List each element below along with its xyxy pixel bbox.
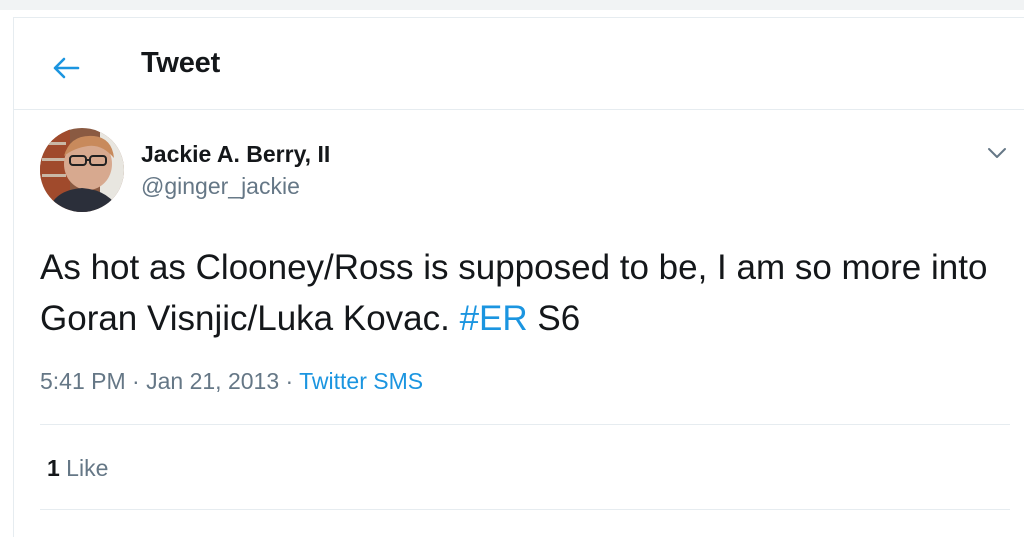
back-button[interactable]	[44, 46, 88, 90]
meta-separator: ·	[125, 368, 147, 394]
tweet-meta: 5:41 PM · Jan 21, 2013 · Twitter SMS	[40, 368, 423, 395]
chevron-down-icon	[988, 148, 1006, 158]
author-handle[interactable]: @ginger_jackie	[141, 173, 300, 200]
tweet-text-tail: S6	[527, 299, 581, 338]
divider	[40, 424, 1010, 425]
meta-separator: ·	[279, 368, 300, 394]
page-header: Tweet	[14, 18, 1024, 110]
arrow-left-icon	[53, 57, 80, 79]
hashtag-link[interactable]: #ER	[460, 299, 528, 338]
more-options-button[interactable]	[980, 136, 1014, 170]
avatar[interactable]	[40, 128, 124, 212]
likes-label: Like	[59, 455, 109, 481]
tweet-text: As hot as Clooney/Ross is supposed to be…	[40, 242, 1000, 344]
tweet-date[interactable]: Jan 21, 2013	[146, 368, 279, 394]
tweet-source-link[interactable]: Twitter SMS	[299, 368, 423, 394]
author-name[interactable]: Jackie A. Berry, II	[141, 141, 330, 168]
divider	[40, 509, 1010, 510]
avatar-photo	[40, 128, 124, 212]
browser-top-strip	[0, 0, 1024, 10]
likes-count: 1	[47, 455, 60, 481]
tweet-detail-column: Tweet Jackie A. Berry, II @ginger_jackie…	[13, 17, 1024, 537]
likes-link[interactable]: 1 Like	[47, 455, 108, 482]
tweet-time[interactable]: 5:41 PM	[40, 368, 126, 394]
page-title: Tweet	[141, 47, 221, 79]
